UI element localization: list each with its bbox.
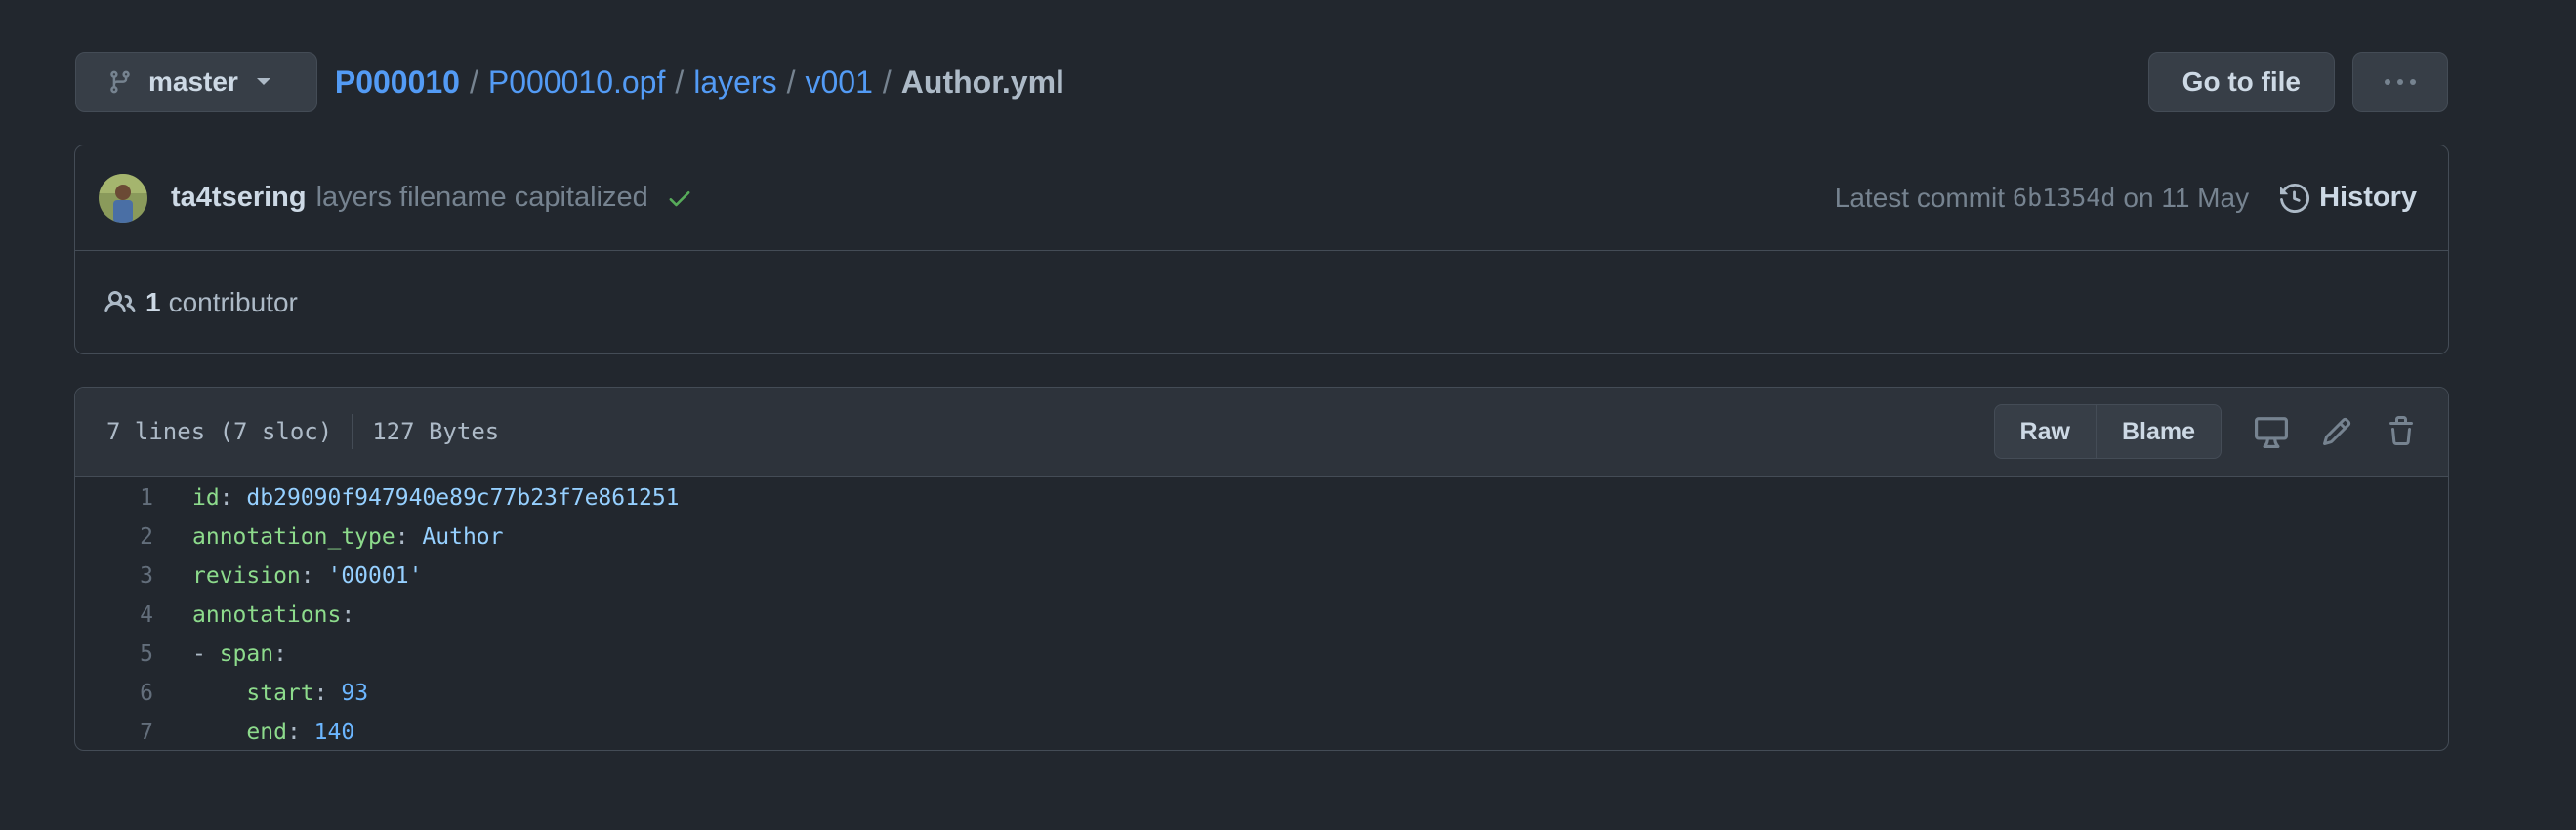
file-header: 7 lines (7 sloc) 127 Bytes Raw Blame — [75, 388, 2448, 477]
avatar[interactable] — [99, 173, 147, 223]
commit-sha-link[interactable]: 6b1354d — [2013, 184, 2115, 212]
code-key: annotations — [192, 602, 342, 628]
code-colon: : — [286, 720, 314, 745]
line-number[interactable]: 5 — [75, 642, 192, 667]
code-line: 5 - span: — [75, 635, 2448, 674]
code-colon: : — [219, 485, 247, 511]
contributors-row[interactable]: 1 contributor — [75, 251, 2448, 353]
breadcrumb-repo-link[interactable]: P000010 — [335, 64, 460, 101]
latest-commit-row: ta4tsering layers filename capitalized L… — [75, 145, 2448, 251]
code-line: 4 annotations: — [75, 596, 2448, 635]
file-header-actions: Raw Blame — [1993, 404, 2417, 459]
code-colon: : — [300, 563, 328, 589]
avatar-image — [99, 173, 147, 223]
commit-author[interactable]: ta4tsering — [171, 182, 307, 214]
line-number[interactable]: 4 — [75, 602, 192, 628]
breadcrumb-link-opf[interactable]: P000010.opf — [488, 64, 666, 101]
more-options-button[interactable] — [2352, 52, 2448, 112]
code-value: db29090f947940e89c77b23f7e861251 — [246, 485, 680, 511]
breadcrumb-link-layers[interactable]: layers — [693, 64, 776, 101]
file-size: 127 Bytes — [372, 418, 500, 445]
file-actions: Go to file — [2147, 52, 2448, 112]
desktop-button[interactable] — [2255, 415, 2288, 448]
code-indent: - — [192, 642, 220, 667]
code-colon: : — [341, 602, 355, 628]
breadcrumb-separator: / — [675, 63, 685, 100]
code-key: span — [219, 642, 274, 667]
history-button[interactable]: History — [2280, 182, 2417, 214]
line-number[interactable]: 2 — [75, 524, 192, 550]
code-key: revision — [192, 563, 301, 589]
file-info: 7 lines (7 sloc) 127 Bytes — [106, 414, 499, 449]
code-line: 1 id: db29090f947940e89c77b23f7e861251 — [75, 478, 2448, 518]
code-line: 3 revision: '00001' — [75, 557, 2448, 596]
code-key: start — [246, 681, 314, 706]
latest-commit-label: Latest commit — [1834, 182, 2006, 213]
code-colon: : — [273, 642, 287, 667]
device-desktop-icon — [2255, 417, 2288, 448]
latest-commit-info: Latest commit 6b1354d on 11 May — [1835, 183, 2249, 214]
code-value: 93 — [341, 681, 369, 706]
pencil-icon — [2322, 417, 2351, 446]
breadcrumb-separator: / — [786, 63, 796, 100]
blame-button[interactable]: Blame — [2095, 405, 2221, 458]
branch-name: master — [148, 66, 238, 97]
breadcrumb-current-file: Author.yml — [900, 63, 1064, 100]
edit-file-button[interactable] — [2321, 416, 2352, 447]
kebab-horizontal-icon — [2385, 79, 2416, 85]
breadcrumb-separator: / — [469, 63, 478, 100]
code-key: end — [246, 720, 287, 745]
file-viewer: 7 lines (7 sloc) 127 Bytes Raw Blame 1 i… — [74, 387, 2449, 751]
line-number[interactable]: 3 — [75, 563, 192, 589]
delete-file-button[interactable] — [2386, 416, 2417, 447]
raw-button[interactable]: Raw — [1995, 405, 2096, 458]
breadcrumb-separator: / — [882, 63, 892, 100]
code-key: annotation_type — [192, 524, 395, 550]
trash-icon — [2389, 416, 2413, 445]
code-line: 2 annotation_type: Author — [75, 518, 2448, 557]
people-icon — [104, 290, 136, 312]
code-line: 7 end: 140 — [75, 713, 2448, 750]
commit-date: on 11 May — [2123, 182, 2250, 213]
code-value: 140 — [313, 720, 355, 745]
triangle-down-icon — [256, 78, 270, 85]
raw-blame-group: Raw Blame — [1993, 404, 2222, 459]
line-number[interactable]: 6 — [75, 681, 192, 706]
divider — [352, 414, 353, 449]
line-number[interactable]: 7 — [75, 720, 192, 745]
history-label: History — [2319, 182, 2417, 213]
branch-select-button[interactable]: master — [75, 52, 317, 112]
commit-message[interactable]: layers filename capitalized — [316, 182, 648, 214]
code-colon: : — [395, 524, 423, 550]
code-line: 6 start: 93 — [75, 674, 2448, 713]
code-value: Author — [422, 524, 504, 550]
code-view: 1 id: db29090f947940e89c77b23f7e861251 2… — [75, 477, 2448, 750]
history-icon — [2280, 183, 2310, 213]
git-branch-icon — [110, 70, 130, 94]
code-key: id — [192, 485, 220, 511]
line-number[interactable]: 1 — [75, 485, 192, 511]
go-to-file-button[interactable]: Go to file — [2147, 52, 2335, 112]
code-colon: : — [313, 681, 342, 706]
contributor-count: 1 — [145, 286, 161, 317]
breadcrumb: P000010 / P000010.opf / layers / v001 / … — [335, 64, 1064, 101]
breadcrumb-link-v001[interactable]: v001 — [806, 64, 873, 101]
contributor-label: contributor — [168, 286, 298, 317]
code-value: '00001' — [327, 563, 423, 589]
check-icon — [669, 190, 690, 206]
commit-box: ta4tsering layers filename capitalized L… — [74, 145, 2449, 354]
file-navigation: master P000010 / P000010.opf / layers / … — [75, 51, 2448, 113]
file-lines-info: 7 lines (7 sloc) — [106, 418, 333, 445]
